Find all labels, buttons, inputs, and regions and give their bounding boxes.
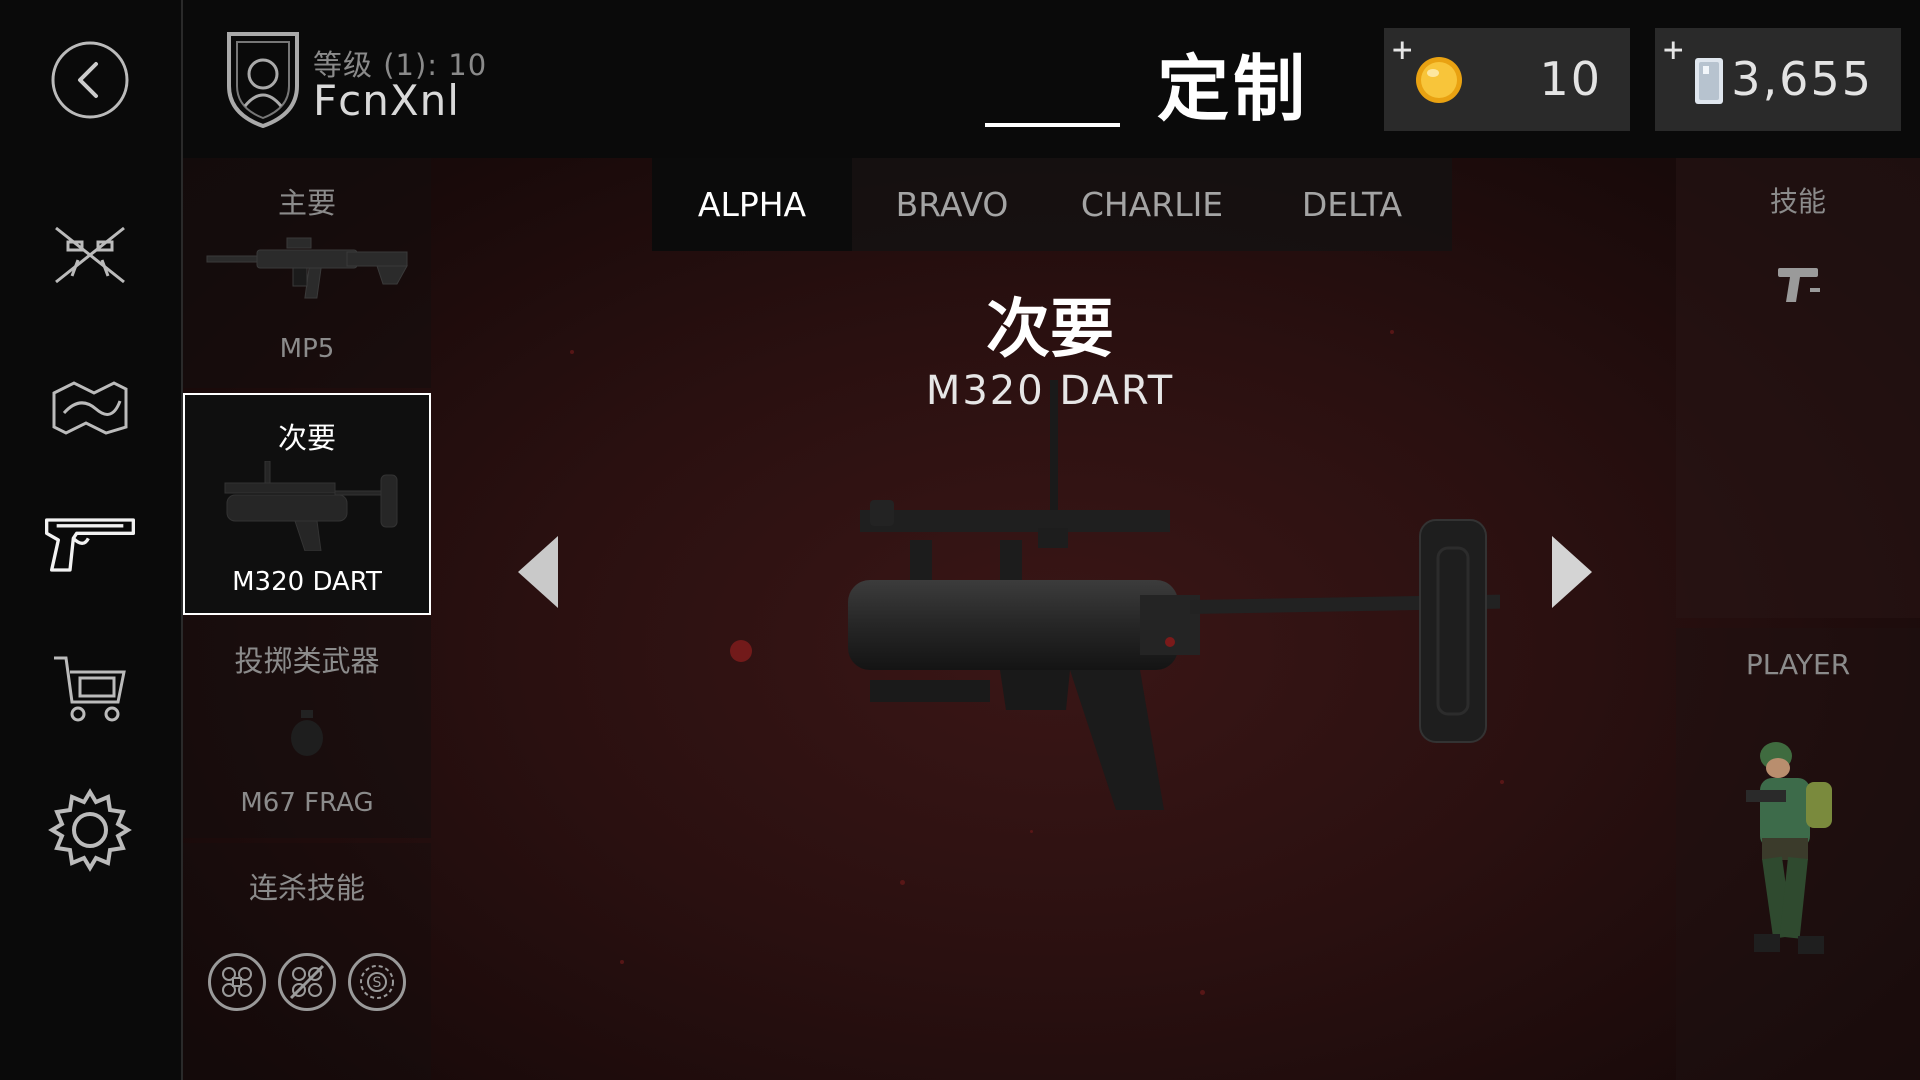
tab-bravo[interactable]: BRAVO bbox=[852, 158, 1052, 251]
loadout-tabs: ALPHA BRAVO CHARLIE DELTA bbox=[652, 158, 1452, 251]
nav-camo[interactable] bbox=[40, 360, 140, 450]
shopping-cart-icon bbox=[54, 656, 126, 722]
slot-label: 连杀技能 bbox=[248, 871, 365, 905]
skills-label: 技能 bbox=[1769, 185, 1826, 218]
back-arrow-icon bbox=[51, 41, 129, 119]
title-underline bbox=[985, 123, 1120, 127]
back-button[interactable] bbox=[40, 35, 140, 125]
loadout-column: 主要 MP5 次要 M320 DART 投掷类武器 M67 FRAG 连杀技能 … bbox=[183, 158, 431, 1080]
slot-weapon-name: MP5 bbox=[279, 334, 335, 364]
pistol-icon bbox=[45, 518, 135, 572]
svg-text:S: S bbox=[373, 975, 382, 991]
arrow-right-icon bbox=[1552, 536, 1592, 608]
m320-dart-weapon-render bbox=[848, 380, 1500, 810]
slot-weapon-name: M67 FRAG bbox=[240, 788, 374, 818]
slot-secondary-selected[interactable]: 次要 M320 DART bbox=[183, 393, 431, 615]
killstreak-uav[interactable] bbox=[208, 953, 266, 1011]
soldier-character-icon bbox=[1746, 742, 1832, 954]
tab-alpha[interactable]: ALPHA bbox=[652, 158, 852, 251]
next-weapon-button[interactable] bbox=[1540, 532, 1600, 612]
slot-label: 次要 bbox=[277, 421, 336, 455]
arrow-left-icon bbox=[518, 536, 558, 608]
nav-weapons[interactable] bbox=[40, 500, 140, 590]
player-profile[interactable]: 等级 (1): 10 FcnXnl bbox=[223, 28, 523, 128]
drone-icon bbox=[222, 967, 252, 997]
player-label: PLAYER bbox=[1745, 648, 1851, 681]
player-name: FcnXnl bbox=[313, 76, 460, 125]
gear-icon bbox=[48, 788, 132, 872]
m320-launcher-icon bbox=[224, 461, 398, 551]
coins-amount: 10 bbox=[1539, 52, 1602, 106]
no-drone-icon bbox=[289, 964, 325, 1000]
tab-charlie[interactable]: CHARLIE bbox=[1052, 158, 1252, 251]
killstreak-airstrike[interactable]: S bbox=[348, 953, 406, 1011]
credits-amount: 3,655 bbox=[1731, 52, 1873, 106]
skills-panel[interactable]: 技能 bbox=[1676, 158, 1920, 618]
page-title: 定制 bbox=[1156, 47, 1309, 131]
slot-primary[interactable]: 主要 MP5 bbox=[183, 158, 431, 388]
side-navigation bbox=[0, 0, 183, 1080]
right-column: 技能 PLAYER bbox=[1676, 158, 1920, 1080]
player-panel[interactable]: PLAYER bbox=[1676, 628, 1920, 1080]
nav-loadouts[interactable] bbox=[40, 210, 140, 300]
slot-throwable[interactable]: 投掷类武器 M67 FRAG bbox=[183, 616, 431, 838]
previous-weapon-button[interactable] bbox=[510, 532, 570, 612]
slot-label: 主要 bbox=[277, 186, 336, 220]
tab-delta[interactable]: DELTA bbox=[1252, 158, 1452, 251]
credits-counter[interactable]: + 3,655 bbox=[1655, 28, 1901, 131]
killstreak-counter-uav[interactable] bbox=[278, 953, 336, 1011]
grenade-icon bbox=[291, 710, 323, 756]
add-coins-icon[interactable]: + bbox=[1392, 30, 1412, 70]
slot-weapon-name: M320 DART bbox=[232, 567, 382, 597]
coins-counter[interactable]: + 10 bbox=[1384, 28, 1630, 131]
nav-store[interactable] bbox=[40, 645, 140, 735]
slot-label: 投掷类武器 bbox=[234, 644, 380, 678]
crossed-rifles-icon bbox=[55, 226, 125, 284]
skill-pistol-icon bbox=[1778, 268, 1820, 302]
category-title: 次要 bbox=[986, 293, 1114, 367]
mp5-rifle-icon bbox=[206, 237, 408, 299]
gold-coin-icon bbox=[1416, 57, 1462, 103]
add-credits-icon[interactable]: + bbox=[1663, 30, 1683, 70]
target-s-icon: S bbox=[360, 965, 394, 999]
nav-settings[interactable] bbox=[40, 785, 140, 875]
camo-map-icon bbox=[52, 381, 128, 435]
credit-card-icon bbox=[1695, 58, 1723, 104]
rank-shield-icon bbox=[227, 32, 299, 128]
